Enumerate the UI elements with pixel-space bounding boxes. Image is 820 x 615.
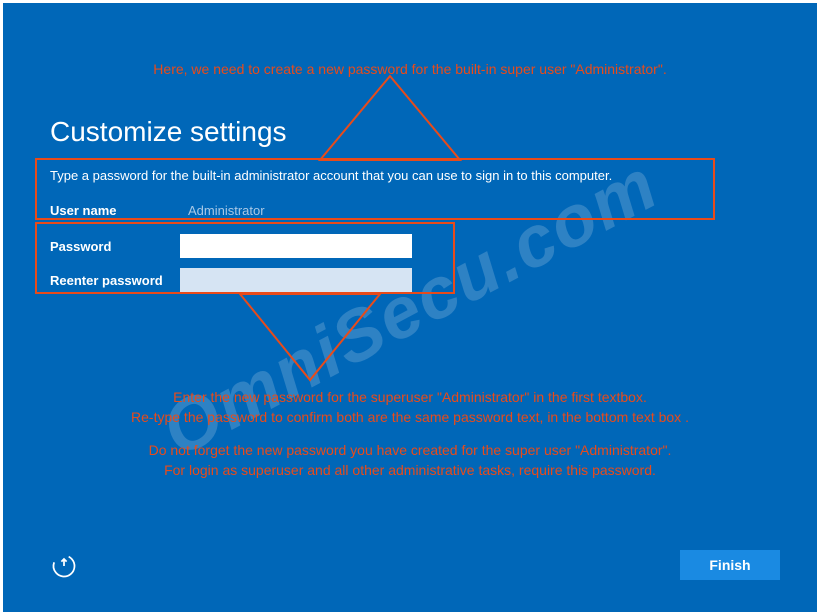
white-frame	[0, 0, 820, 615]
password-input[interactable]	[180, 234, 412, 258]
annotation-mid-line1: Enter the new password for the superuser…	[0, 388, 820, 408]
reenter-password-input[interactable]	[180, 268, 412, 292]
password-row: Password	[50, 234, 412, 258]
username-input[interactable]	[180, 198, 412, 222]
username-label: User name	[50, 203, 180, 218]
reenter-label: Reenter password	[50, 273, 180, 288]
instruction-text: Type a password for the built-in adminis…	[50, 168, 612, 183]
finish-button[interactable]: Finish	[680, 550, 780, 580]
annotation-mid-line4: For login as superuser and all other adm…	[0, 461, 820, 481]
reenter-row: Reenter password	[50, 268, 412, 292]
password-label: Password	[50, 239, 180, 254]
ease-of-access-icon[interactable]	[50, 552, 78, 580]
callout-arrow-bottom	[230, 292, 390, 384]
annotation-mid-line3: Do not forget the new password you have …	[0, 441, 820, 461]
page-title: Customize settings	[50, 116, 287, 148]
annotation-middle: Enter the new password for the superuser…	[0, 388, 820, 480]
annotation-mid-line2: Re-type the password to confirm both are…	[0, 408, 820, 428]
username-row: User name	[50, 198, 412, 222]
callout-arrow-top	[300, 74, 480, 164]
annotation-top: Here, we need to create a new password f…	[0, 60, 820, 80]
